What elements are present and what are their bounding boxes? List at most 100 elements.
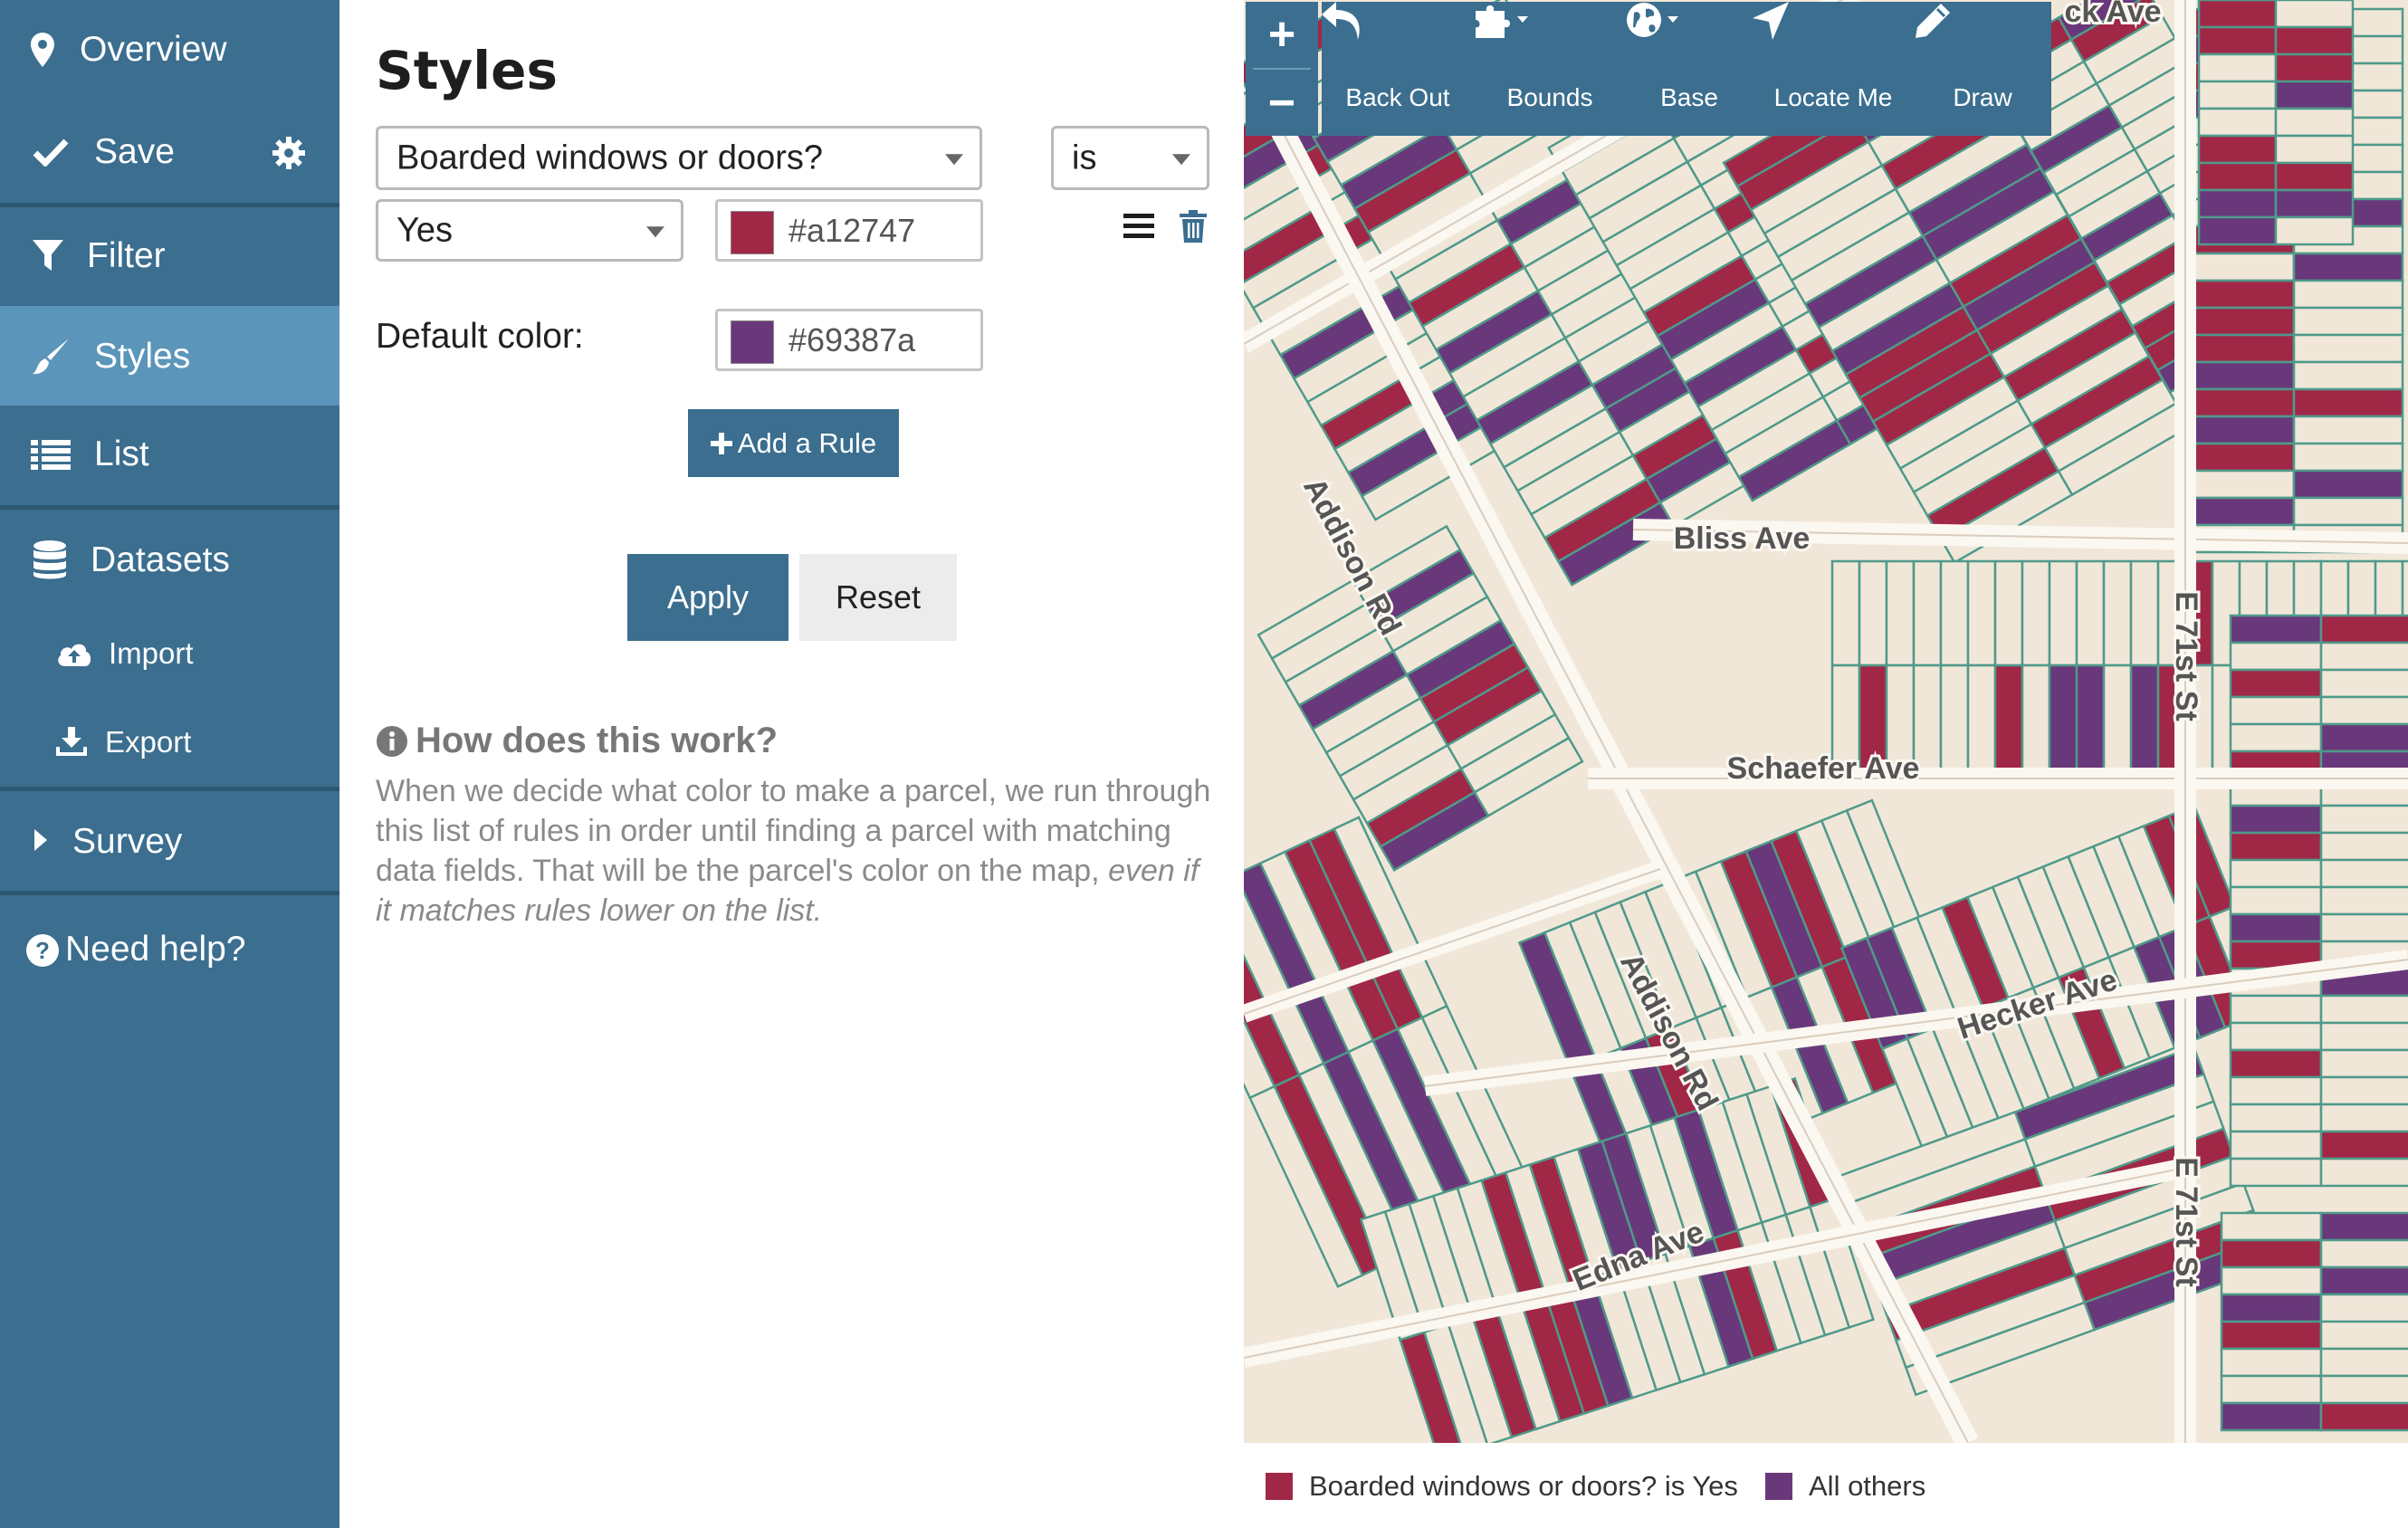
parcel[interactable] — [2183, 469, 2296, 500]
parcel[interactable] — [2229, 858, 2323, 889]
parcel[interactable] — [2021, 559, 2051, 667]
parcel[interactable] — [2319, 912, 2408, 943]
zoom-out-button[interactable]: − — [1246, 71, 1318, 136]
apply-button[interactable]: Apply — [627, 554, 788, 641]
parcel[interactable] — [2292, 469, 2404, 500]
parcel[interactable] — [2319, 804, 2408, 835]
parcel[interactable] — [2129, 664, 2160, 771]
parcel[interactable] — [2197, 215, 2278, 246]
parcel[interactable] — [1858, 559, 1888, 667]
parcel[interactable] — [1885, 559, 1916, 667]
parcel[interactable] — [2220, 1293, 2323, 1323]
parcel[interactable] — [2292, 306, 2404, 337]
parcel[interactable] — [2229, 804, 2323, 835]
parcel[interactable] — [2229, 1021, 2323, 1052]
parcel[interactable] — [2319, 1238, 2408, 1269]
reset-button[interactable]: Reset — [799, 554, 957, 641]
sidebar-item-datasets[interactable]: Datasets — [0, 510, 339, 609]
parcel[interactable] — [2319, 885, 2408, 916]
parcel[interactable] — [2183, 496, 2296, 527]
parcel[interactable] — [2197, 188, 2278, 219]
parcel-map[interactable]: ck Ave Bliss Ave Addison Rd Schaefer Ave E 7… — [1244, 0, 2408, 1443]
parcel[interactable] — [2183, 279, 2296, 310]
rule-color-input[interactable]: #a12747 — [715, 199, 983, 262]
add-rule-button[interactable]: Add a Rule — [688, 409, 899, 477]
rule-field-select[interactable]: Boarded windows or doors? — [376, 126, 982, 190]
sidebar-item-list[interactable]: List — [0, 406, 339, 505]
back-out-button[interactable]: Back Out — [1322, 2, 1474, 136]
parcel[interactable] — [2048, 559, 2078, 667]
parcel[interactable] — [2197, 80, 2278, 110]
parcel[interactable] — [2292, 496, 2404, 527]
gear-icon[interactable] — [272, 136, 306, 170]
bounds-button[interactable]: Bounds — [1474, 2, 1626, 136]
sidebar-item-save[interactable]: Save — [0, 101, 339, 203]
parcel[interactable] — [2229, 994, 2323, 1025]
parcel[interactable] — [2319, 641, 2408, 672]
parcel[interactable] — [2183, 442, 2296, 473]
parcel[interactable] — [2319, 1157, 2408, 1188]
parcel[interactable] — [2274, 25, 2355, 56]
parcel[interactable] — [1830, 559, 1861, 667]
parcel[interactable] — [2292, 333, 2404, 364]
parcel[interactable] — [2183, 415, 2296, 445]
parcel[interactable] — [1912, 559, 1943, 667]
parcel[interactable] — [2274, 134, 2355, 165]
parcel[interactable] — [2319, 614, 2408, 645]
parcel[interactable] — [2229, 1048, 2323, 1079]
parcel[interactable] — [2229, 1130, 2323, 1160]
parcel[interactable] — [2048, 664, 2078, 771]
parcel[interactable] — [2274, 107, 2355, 138]
map-canvas[interactable]: ck AveBliss AveAddison RdSchaefer AveE 7… — [1244, 0, 2408, 1443]
sidebar-item-export[interactable]: Export — [0, 698, 339, 787]
parcel[interactable] — [2229, 1075, 2323, 1106]
parcel[interactable] — [2319, 1075, 2408, 1106]
parcel[interactable] — [2129, 559, 2160, 667]
parcel[interactable] — [2319, 1211, 2408, 1242]
parcel[interactable] — [2319, 1048, 2408, 1079]
parcel[interactable] — [2197, 161, 2278, 192]
parcel[interactable] — [2197, 134, 2278, 165]
parcel[interactable] — [2220, 1238, 2323, 1269]
parcel[interactable] — [2220, 1320, 2323, 1351]
parcel[interactable] — [2229, 641, 2323, 672]
rule-operator-select[interactable]: is — [1051, 126, 1209, 190]
sidebar-item-styles[interactable]: Styles — [0, 306, 339, 406]
parcel[interactable] — [2075, 559, 2106, 667]
parcel[interactable] — [2229, 722, 2323, 753]
parcel[interactable] — [2183, 360, 2296, 391]
parcel[interactable] — [2220, 1401, 2323, 1432]
parcel[interactable] — [2229, 885, 2323, 916]
parcel[interactable] — [2183, 306, 2296, 337]
parcel[interactable] — [2319, 722, 2408, 753]
zoom-in-button[interactable]: + — [1246, 2, 1318, 67]
parcel[interactable] — [2319, 1021, 2408, 1052]
parcel[interactable] — [2229, 668, 2323, 699]
parcel[interactable] — [2229, 614, 2323, 645]
parcel[interactable] — [1966, 559, 1997, 667]
parcel[interactable] — [2319, 1374, 2408, 1405]
parcel[interactable] — [2075, 664, 2106, 771]
sidebar-item-need-help[interactable]: ? Need help? — [0, 895, 339, 1004]
drag-handle-icon[interactable] — [1123, 214, 1154, 244]
rule-value-select[interactable]: Yes — [376, 199, 683, 262]
base-button[interactable]: Base — [1626, 2, 1753, 136]
draw-button[interactable]: Draw — [1914, 2, 2051, 136]
parcel[interactable] — [2183, 252, 2296, 282]
parcel[interactable] — [2197, 53, 2278, 83]
parcel[interactable] — [2229, 1103, 2323, 1133]
parcel[interactable] — [2183, 387, 2296, 418]
sidebar-item-filter[interactable]: Filter — [0, 207, 339, 306]
parcel[interactable] — [2292, 360, 2404, 391]
parcel[interactable] — [2319, 695, 2408, 726]
parcel[interactable] — [2220, 1347, 2323, 1378]
parcel[interactable] — [2274, 215, 2355, 246]
parcel[interactable] — [2292, 252, 2404, 282]
parcel[interactable] — [2292, 279, 2404, 310]
parcel[interactable] — [2274, 80, 2355, 110]
parcel[interactable] — [1993, 559, 2024, 667]
parcel[interactable] — [2183, 333, 2296, 364]
parcel[interactable] — [2102, 559, 2133, 667]
parcel[interactable] — [2319, 994, 2408, 1025]
parcel[interactable] — [2274, 188, 2355, 219]
